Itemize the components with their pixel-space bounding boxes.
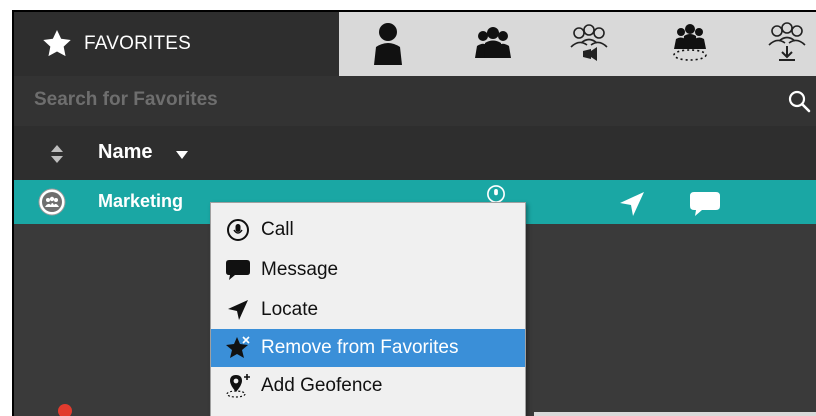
favorites-panel: FAVORITES Search for Favorites Name Mark… [12, 10, 816, 416]
call-icon [221, 215, 255, 245]
contact-icon[interactable] [365, 20, 411, 66]
notification-badge [58, 404, 72, 416]
sort-icon[interactable] [50, 144, 64, 164]
name-column-header[interactable]: Name [98, 141, 152, 164]
menu-item-label: Add Geofence [261, 375, 383, 396]
menu-item-remove-favorites[interactable]: Remove from Favorites [211, 329, 525, 367]
bottom-bar-segment [534, 412, 816, 416]
search-bar[interactable]: Search for Favorites [14, 76, 816, 126]
remove-favorite-icon [221, 333, 255, 363]
menu-item-add-geofence[interactable]: Add Geofence [211, 367, 525, 405]
broadcast-group-icon[interactable] [566, 20, 612, 66]
message-icon [221, 255, 255, 285]
call-icon[interactable] [480, 184, 512, 204]
menu-item-label: Remove from Favorites [261, 337, 459, 358]
tab-icon-strip [339, 12, 816, 76]
tab-favorites-label: FAVORITES [84, 33, 192, 54]
message-icon[interactable] [688, 190, 722, 218]
geofence-icon [221, 371, 255, 401]
tab-favorites[interactable]: FAVORITES [14, 12, 339, 76]
menu-item-message[interactable]: Message [211, 251, 525, 289]
menu-item-label: Message [261, 259, 339, 280]
chevron-down-icon[interactable] [176, 151, 188, 159]
search-input[interactable]: Search for Favorites [34, 89, 218, 111]
tab-bar: FAVORITES [14, 12, 816, 76]
menu-item-locate[interactable]: Locate [211, 291, 525, 329]
locate-icon[interactable] [618, 190, 646, 218]
list-item-label: Marketing [98, 191, 184, 211]
group-avatar-icon [38, 188, 66, 216]
menu-item-label: Call [261, 219, 294, 240]
download-group-icon[interactable] [764, 20, 810, 66]
dynamic-group-icon[interactable] [667, 20, 713, 66]
star-icon [43, 30, 71, 57]
menu-item-label: Locate [261, 299, 319, 320]
search-icon[interactable] [786, 88, 812, 114]
context-menu: Call Message Locate Remove from Favorite… [210, 202, 526, 416]
locate-icon [221, 295, 255, 325]
list-header: Name [14, 126, 816, 180]
group-icon[interactable] [470, 20, 516, 66]
menu-item-call[interactable]: Call [211, 211, 525, 249]
